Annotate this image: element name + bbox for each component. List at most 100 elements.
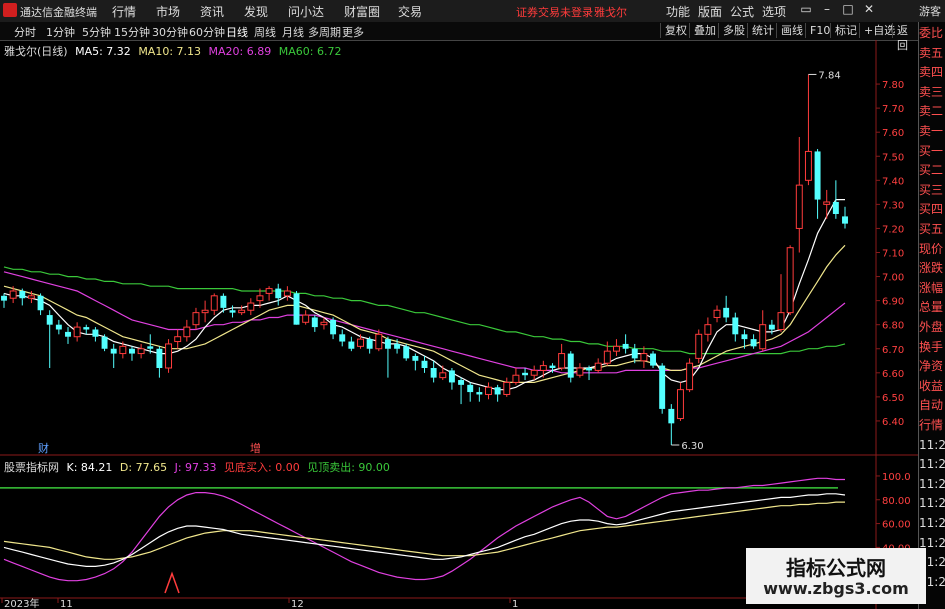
menu-xiaoda[interactable]: 问小达 bbox=[288, 3, 324, 20]
candle-body bbox=[686, 362, 694, 391]
price-tick-label: 6.60 bbox=[882, 369, 904, 380]
xaxis-month-12: 12 bbox=[291, 599, 304, 609]
window-pin-icon[interactable]: ▭ bbox=[799, 2, 813, 16]
btn-mark[interactable]: 标记 bbox=[830, 23, 861, 38]
side-panel-item: 委比 bbox=[919, 26, 944, 40]
legend-ma60: MA60: 6.72 bbox=[278, 45, 342, 58]
ind-tick-label: 80.00 bbox=[882, 496, 911, 507]
window-minimize-icon[interactable]: – bbox=[820, 2, 834, 16]
candle-body bbox=[676, 389, 684, 420]
side-panel-item: 卖三 bbox=[919, 84, 944, 99]
candle-body bbox=[430, 368, 437, 378]
btn-overlay[interactable]: 叠加 bbox=[689, 23, 720, 38]
legend-title: 雅戈尔(日线) bbox=[4, 45, 68, 58]
tab-1min[interactable]: 1分钟 bbox=[46, 24, 75, 40]
btn-back[interactable]: 返回 bbox=[892, 23, 918, 52]
ind-tick-label: 60.00 bbox=[882, 520, 911, 531]
title-bar: 通达信金融终端 行情 市场 资讯 发现 问小达 财富圈 交易 证券交易未登录 雅… bbox=[0, 0, 945, 23]
candle-body bbox=[704, 324, 712, 335]
menu-discover[interactable]: 发现 bbox=[244, 3, 268, 20]
candle-body bbox=[174, 336, 182, 343]
tab-monthly[interactable]: 月线 bbox=[282, 24, 304, 40]
event-marker-cai: 财 bbox=[38, 441, 49, 455]
tab-weekly[interactable]: 周线 bbox=[254, 24, 276, 40]
side-panel-item: 卖二 bbox=[919, 104, 944, 119]
candle-body bbox=[594, 362, 602, 371]
candle-body bbox=[65, 331, 71, 337]
toolbar-options[interactable]: 选项 bbox=[762, 3, 786, 20]
price-legend: 雅戈尔(日线) MA5: 7.32 MA10: 7.13 MA20: 6.89 … bbox=[4, 43, 345, 59]
candle-body bbox=[759, 324, 767, 350]
candle-body bbox=[814, 151, 821, 200]
candle-body bbox=[476, 392, 483, 395]
tab-more[interactable]: 更多 bbox=[342, 24, 364, 40]
ind-tick-label: 100.0 bbox=[882, 472, 911, 483]
tab-5min[interactable]: 5分钟 bbox=[82, 24, 111, 40]
candle-body bbox=[832, 201, 839, 214]
side-panel-item: 买四 bbox=[919, 202, 944, 217]
tab-30min[interactable]: 30分钟 bbox=[152, 24, 188, 40]
candle-body bbox=[265, 288, 273, 294]
tab-60min[interactable]: 60分钟 bbox=[189, 24, 225, 40]
price-tick-label: 7.70 bbox=[882, 104, 904, 115]
candle-body bbox=[612, 345, 620, 352]
period-tab-bar: 分时 1分钟 5分钟 15分钟 30分钟 60分钟 日线 周线 月线 多周期 更… bbox=[0, 22, 918, 52]
toolbar-function[interactable]: 功能 bbox=[666, 3, 690, 20]
btn-adjust[interactable]: 复权 bbox=[660, 23, 691, 38]
price-tick-label: 7.30 bbox=[882, 200, 904, 211]
candle-body bbox=[394, 343, 401, 349]
indicator-j: J: 97.33 bbox=[174, 461, 217, 474]
candle-body bbox=[777, 312, 785, 330]
toolbar-formula[interactable]: 公式 bbox=[730, 3, 754, 20]
tab-intraday[interactable]: 分时 bbox=[14, 24, 36, 40]
side-panel-item: 外盘 bbox=[919, 320, 944, 334]
candle-body bbox=[220, 295, 227, 308]
guest-label[interactable]: 游客 bbox=[919, 3, 941, 19]
btn-draw-line[interactable]: 画线 bbox=[776, 23, 807, 38]
candle-body bbox=[467, 384, 474, 393]
menu-quotes[interactable]: 行情 bbox=[112, 3, 136, 20]
kline-chart[interactable]: 7.80 7.70 7.60 7.50 7.40 7.30 7.20 7.10 7.00 6.90… bbox=[0, 40, 918, 609]
side-panel-item: 净资 bbox=[919, 359, 944, 374]
price-tick-label: 7.80 bbox=[882, 80, 904, 91]
candle-body bbox=[723, 307, 730, 318]
tab-multi-period[interactable]: 多周期 bbox=[308, 24, 341, 40]
candle-body bbox=[330, 319, 337, 335]
candle-body bbox=[9, 290, 17, 299]
window-maximize-icon[interactable]: □ bbox=[841, 2, 855, 16]
legend-ma5: MA5: 7.32 bbox=[75, 45, 131, 58]
side-panel-item: 自动 bbox=[919, 398, 944, 413]
toolbar-layout[interactable]: 版面 bbox=[698, 3, 722, 20]
candle-body bbox=[101, 336, 108, 349]
side-panel-item: 总量 bbox=[919, 300, 944, 315]
btn-multi-stock[interactable]: 多股 bbox=[718, 23, 749, 38]
menu-trade[interactable]: 交易 bbox=[398, 3, 422, 20]
menu-wealth[interactable]: 财富圈 bbox=[344, 3, 380, 20]
menu-news[interactable]: 资讯 bbox=[200, 3, 224, 20]
menu-market[interactable]: 市场 bbox=[156, 3, 180, 20]
candle-body bbox=[659, 365, 666, 409]
candle-body bbox=[283, 290, 291, 297]
watermark-url: www.zbgs3.com bbox=[763, 579, 909, 598]
side-panel-item: 收益 bbox=[919, 378, 944, 393]
candle-body bbox=[19, 291, 26, 299]
high-marker-label: 7.84 bbox=[818, 70, 840, 81]
candle-body bbox=[603, 350, 611, 364]
side-panel-item: 行情 bbox=[919, 418, 944, 432]
side-panel-item: 现价 bbox=[919, 241, 944, 256]
candle-body bbox=[366, 339, 373, 349]
candle-body bbox=[37, 295, 44, 311]
price-tick-label: 7.10 bbox=[882, 249, 904, 260]
candle-body bbox=[339, 334, 346, 342]
login-notice[interactable]: 证券交易未登录 bbox=[516, 4, 593, 20]
window-close-icon[interactable]: ✕ bbox=[862, 2, 876, 16]
candle-body bbox=[558, 353, 566, 369]
candle-body bbox=[110, 348, 117, 354]
watermark-title: 指标公式网 bbox=[786, 556, 886, 580]
btn-statistics[interactable]: 统计 bbox=[747, 23, 778, 38]
buy-signal-spike bbox=[164, 571, 180, 594]
tab-daily[interactable]: 日线 bbox=[226, 24, 248, 40]
side-panel-item: 11:25 bbox=[919, 496, 945, 511]
indicator-name[interactable]: 股票指标网 bbox=[4, 461, 59, 474]
tab-15min[interactable]: 15分钟 bbox=[114, 24, 150, 40]
